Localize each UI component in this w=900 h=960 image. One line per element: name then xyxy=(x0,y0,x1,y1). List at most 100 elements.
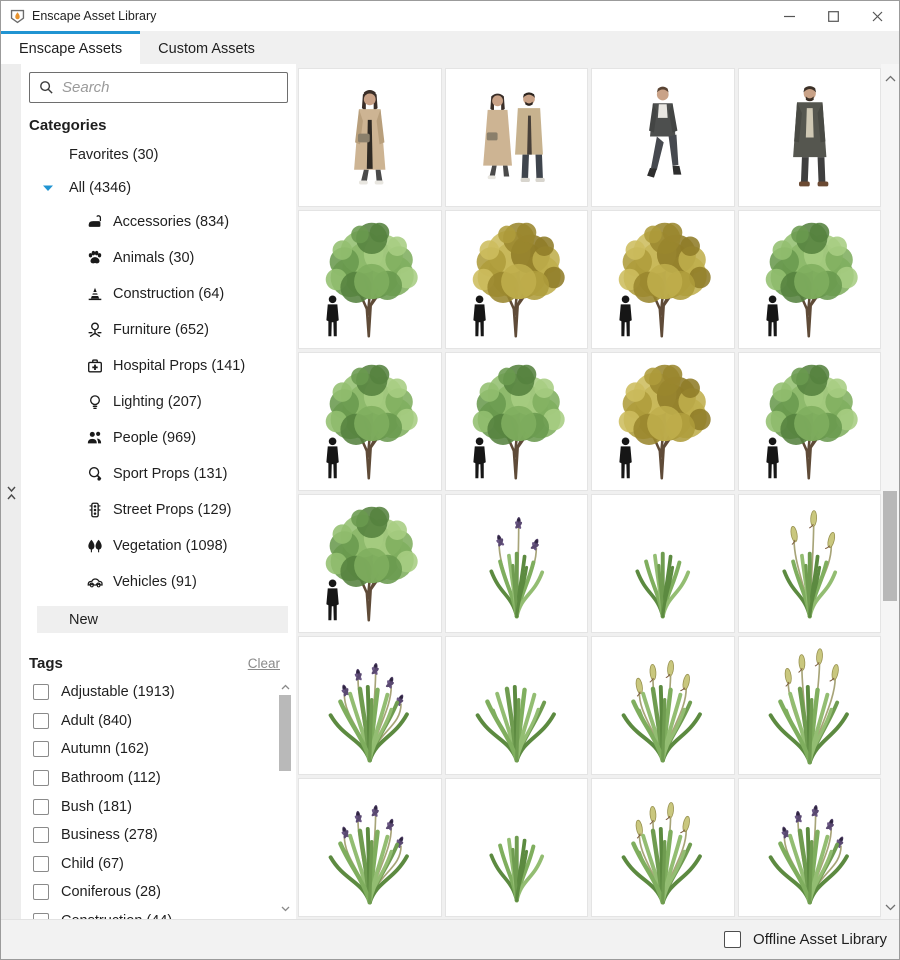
asset-thumbnail-plant-iris-buds-tall[interactable] xyxy=(738,636,882,775)
tag-checkbox[interactable] xyxy=(33,741,49,757)
content-area: Categories Favorites (30) All (4346) Acc… xyxy=(1,64,899,919)
tag-list: Adjustable (1913)Adult (840)Autumn (162)… xyxy=(21,678,296,919)
minimize-button[interactable] xyxy=(767,1,811,31)
tag-item-bathroom[interactable]: Bathroom (112) xyxy=(21,764,296,793)
scroll-down-icon[interactable] xyxy=(278,903,292,915)
close-button[interactable] xyxy=(855,1,899,31)
categories-header: Categories xyxy=(21,109,296,138)
maximize-button[interactable] xyxy=(811,1,855,31)
category-item-vehicles[interactable]: Vehicles (91) xyxy=(21,564,296,600)
tree-illustration xyxy=(446,211,588,348)
plant-illustration xyxy=(299,637,441,774)
category-all[interactable]: All (4346) xyxy=(21,171,296,204)
tag-item-business[interactable]: Business (278) xyxy=(21,821,296,850)
tree-illustration xyxy=(739,353,881,490)
category-item-construction[interactable]: Construction (64) xyxy=(21,276,296,312)
asset-thumbnail-person-couple[interactable] xyxy=(445,68,589,207)
asset-thumbnail-person-man-standing[interactable] xyxy=(738,68,882,207)
asset-thumbnail-plant-iris-flowers[interactable] xyxy=(298,636,442,775)
asset-thumbnail-plant-iris-flowers-single[interactable] xyxy=(445,494,589,633)
tag-checkbox[interactable] xyxy=(33,827,49,843)
asset-thumbnail-plant-iris-buds[interactable] xyxy=(591,636,735,775)
tags-scrollbar[interactable] xyxy=(278,681,292,915)
asset-thumbnail-tree-green[interactable] xyxy=(738,352,882,491)
tabbar: Enscape Assets Custom Assets xyxy=(1,31,899,64)
scroll-up-icon[interactable] xyxy=(278,681,292,693)
category-item-furniture[interactable]: Furniture (652) xyxy=(21,312,296,348)
search-box[interactable] xyxy=(29,72,288,103)
tag-item-child[interactable]: Child (67) xyxy=(21,850,296,879)
category-item-people[interactable]: People (969) xyxy=(21,420,296,456)
asset-thumbnail-plant-grass-small[interactable] xyxy=(445,778,589,917)
asset-thumbnail-plant-grass-small[interactable] xyxy=(591,494,735,633)
tag-item-coniferous[interactable]: Coniferous (28) xyxy=(21,878,296,907)
paw-icon xyxy=(85,248,105,268)
asset-thumbnail-tree-green[interactable] xyxy=(445,352,589,491)
enscape-logo-icon xyxy=(9,8,26,25)
tag-item-adult[interactable]: Adult (840) xyxy=(21,707,296,736)
tag-checkbox[interactable] xyxy=(33,770,49,786)
asset-thumbnail-tree-autumn[interactable] xyxy=(591,210,735,349)
offline-library-checkbox[interactable] xyxy=(724,931,741,948)
car-icon xyxy=(85,572,105,592)
asset-thumbnail-tree-green[interactable] xyxy=(298,494,442,633)
asset-thumbnail-plant-iris-flowers[interactable] xyxy=(298,778,442,917)
category-favorites[interactable]: Favorites (30) xyxy=(21,138,296,171)
asset-thumbnail-tree-autumn[interactable] xyxy=(591,352,735,491)
asset-thumbnail-tree-green[interactable] xyxy=(298,352,442,491)
tab-custom-assets[interactable]: Custom Assets xyxy=(140,31,273,64)
new-category-button[interactable]: New xyxy=(37,606,288,633)
tree-illustration xyxy=(299,211,441,348)
asset-thumbnail-plant-grass[interactable] xyxy=(445,636,589,775)
category-item-sport[interactable]: Sport Props (131) xyxy=(21,456,296,492)
asset-thumbnail-tree-green[interactable] xyxy=(738,210,882,349)
asset-thumbnail-person-man-walking[interactable] xyxy=(591,68,735,207)
category-item-accessories[interactable]: Accessories (834) xyxy=(21,204,296,240)
category-item-vegetation[interactable]: Vegetation (1098) xyxy=(21,528,296,564)
plant-illustration xyxy=(299,779,441,916)
titlebar: Enscape Asset Library xyxy=(1,1,899,31)
category-item-label: Vehicles (91) xyxy=(113,574,197,590)
category-item-lighting[interactable]: Lighting (207) xyxy=(21,384,296,420)
tag-checkbox[interactable] xyxy=(33,713,49,729)
category-item-hospital[interactable]: Hospital Props (141) xyxy=(21,348,296,384)
sidebar: Categories Favorites (30) All (4346) Acc… xyxy=(21,64,296,919)
tag-checkbox[interactable] xyxy=(33,799,49,815)
tag-checkbox[interactable] xyxy=(33,884,49,900)
tag-label: Bathroom (112) xyxy=(61,770,161,786)
tab-enscape-assets[interactable]: Enscape Assets xyxy=(1,31,140,64)
expander-icon[interactable] xyxy=(43,184,69,192)
tag-checkbox[interactable] xyxy=(33,913,49,919)
category-item-street[interactable]: Street Props (129) xyxy=(21,492,296,528)
tags-header: Tags xyxy=(29,655,63,672)
search-input[interactable] xyxy=(62,79,287,96)
tag-item-autumn[interactable]: Autumn (162) xyxy=(21,735,296,764)
grid-scrollbar-thumb[interactable] xyxy=(883,491,897,601)
tag-label: Business (278) xyxy=(61,827,158,843)
tag-checkbox[interactable] xyxy=(33,856,49,872)
tag-item-adjustable[interactable]: Adjustable (1913) xyxy=(21,678,296,707)
tag-item-bush[interactable]: Bush (181) xyxy=(21,792,296,821)
asset-thumbnail-plant-iris-buds-single[interactable] xyxy=(738,494,882,633)
category-list: Accessories (834) Animals (30) Constructio… xyxy=(21,204,296,600)
asset-thumbnail-plant-iris-flowers[interactable] xyxy=(738,778,882,917)
asset-thumbnail-person-woman[interactable] xyxy=(298,68,442,207)
asset-thumbnail-tree-autumn[interactable] xyxy=(445,210,589,349)
tag-checkbox[interactable] xyxy=(33,684,49,700)
sidebar-collapse-handle[interactable] xyxy=(4,482,18,504)
plant-illustration xyxy=(592,495,734,632)
bag-icon xyxy=(85,212,105,232)
category-item-label: Vegetation (1098) xyxy=(113,538,227,554)
category-item-label: Animals (30) xyxy=(113,250,194,266)
scroll-down-icon[interactable] xyxy=(881,899,899,915)
bulb-icon xyxy=(85,392,105,412)
tag-item-construction[interactable]: Construction (44) xyxy=(21,907,296,919)
grid-scrollbar[interactable] xyxy=(881,64,899,919)
tags-clear-link[interactable]: Clear xyxy=(248,656,280,671)
asset-thumbnail-plant-iris-buds[interactable] xyxy=(591,778,735,917)
person-illustration xyxy=(592,69,734,206)
scroll-up-icon[interactable] xyxy=(881,70,899,86)
category-item-animals[interactable]: Animals (30) xyxy=(21,240,296,276)
asset-thumbnail-tree-green[interactable] xyxy=(298,210,442,349)
tags-scrollbar-thumb[interactable] xyxy=(279,695,291,771)
